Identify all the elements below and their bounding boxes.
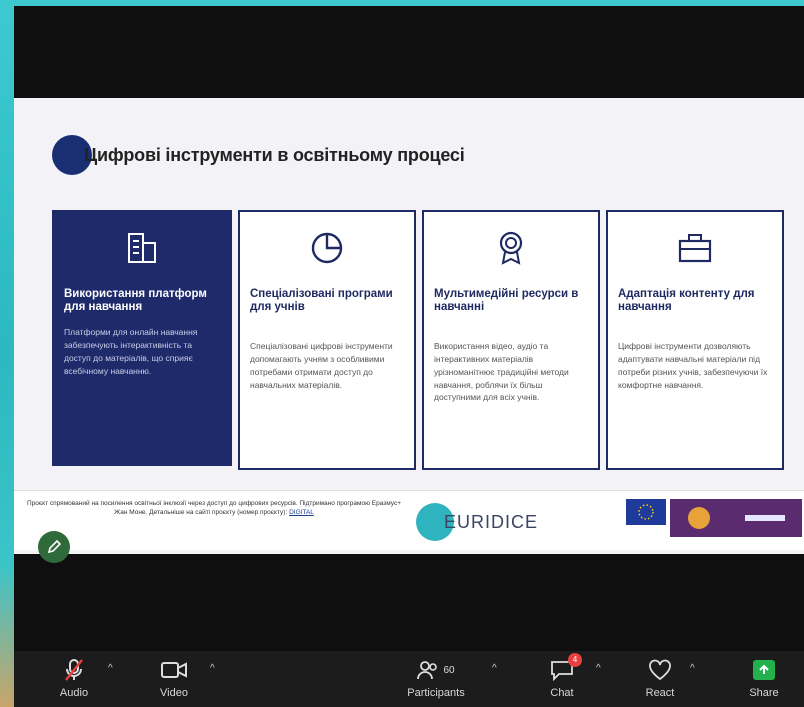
building-icon <box>64 226 220 270</box>
participants-label: Participants <box>407 687 465 699</box>
partner-logo <box>670 499 802 537</box>
audio-options-caret[interactable]: ^ <box>108 663 113 674</box>
card-heading: Використання платформ для навчання <box>64 288 207 314</box>
footer-link[interactable]: DIGITAL <box>289 509 314 516</box>
muted-mic-icon <box>63 657 85 683</box>
euridice-logo-text: EURIDICE <box>444 511 539 532</box>
card-body: Спеціалізовані цифрові інструменти допом… <box>250 341 393 390</box>
slide-title: Цифрові інструменти в освітньому процесі <box>84 144 465 165</box>
share-screen-icon <box>753 657 775 683</box>
chat-options-caret[interactable]: ^ <box>596 663 601 674</box>
card-multimedia: Мультимедійні ресурси в навчанні Викорис… <box>422 210 600 470</box>
react-heart-icon <box>648 657 672 683</box>
partner-logos <box>626 499 802 537</box>
video-camera-icon <box>160 657 188 683</box>
slide-footer: Проєкт спрямований на посилення освітньо… <box>14 490 804 550</box>
chat-badge: 4 <box>568 653 582 667</box>
audio-button[interactable]: Audio <box>42 657 106 699</box>
shared-screen: Цифрові інструменти в освітньому процесі… <box>14 6 804 651</box>
partner-wordmark <box>744 515 785 521</box>
video-options-caret[interactable]: ^ <box>210 663 215 674</box>
card-platforms: Використання платформ для навчання Платф… <box>52 210 232 466</box>
participants-options-caret[interactable]: ^ <box>492 663 497 674</box>
share-button[interactable]: Share <box>732 657 796 699</box>
react-options-caret[interactable]: ^ <box>690 663 695 674</box>
react-button[interactable]: React <box>628 657 692 699</box>
footer-text: Проєкт спрямований на посилення освітньо… <box>22 499 406 517</box>
card-heading: Мультимедійні ресурси в навчанні <box>434 288 579 314</box>
card-heading: Спеціалізовані програми для учнів <box>250 288 393 314</box>
share-label: Share <box>749 687 779 699</box>
audio-label: Audio <box>59 687 89 699</box>
card-row: Використання платформ для навчання Платф… <box>52 210 784 470</box>
annotate-button[interactable] <box>38 531 70 563</box>
card-programs: Спеціалізовані програми для учнів Спеціа… <box>238 210 416 470</box>
euridice-logo: EURIDICE <box>416 495 616 549</box>
zoom-window: Цифрові інструменти в освітньому процесі… <box>0 0 804 707</box>
footer-description: Проєкт спрямований на посилення освітньо… <box>26 500 402 517</box>
chat-icon: 4 <box>550 653 582 683</box>
briefcase-icon <box>618 226 772 270</box>
pie-chart-icon <box>250 226 404 270</box>
react-label: React <box>645 687 675 699</box>
video-label: Video <box>160 687 188 699</box>
card-body: Використання відео, аудіо та інтерактивн… <box>434 341 569 403</box>
participants-button[interactable]: 60 Participants <box>404 657 468 699</box>
card-heading: Адаптація контенту для навчання <box>618 288 755 314</box>
chat-button[interactable]: 4 Chat <box>530 653 594 699</box>
slide-title-group: Цифрові інструменти в освітньому процесі <box>52 135 465 175</box>
participants-count: 60 <box>443 664 455 676</box>
pencil-icon <box>47 539 62 554</box>
award-icon <box>434 226 588 270</box>
video-button[interactable]: Video <box>142 657 206 699</box>
card-body: Цифрові інструменти дозволяють адаптуват… <box>618 341 768 390</box>
partner-emblem-icon <box>687 507 710 529</box>
participants-icon: 60 <box>417 657 455 683</box>
presentation-slide: Цифрові інструменти в освітньому процесі… <box>14 98 804 554</box>
card-body: Платформи для онлайн навчання забезпечую… <box>64 327 198 376</box>
eu-flag-icon <box>626 499 666 525</box>
chat-label: Chat <box>550 687 574 699</box>
meeting-toolbar: Audio ^ Video ^ 60 Participants ^ 4 Chat… <box>14 651 804 707</box>
background-left <box>0 0 14 707</box>
card-adaptation: Адаптація контенту для навчання Цифрові … <box>606 210 784 470</box>
